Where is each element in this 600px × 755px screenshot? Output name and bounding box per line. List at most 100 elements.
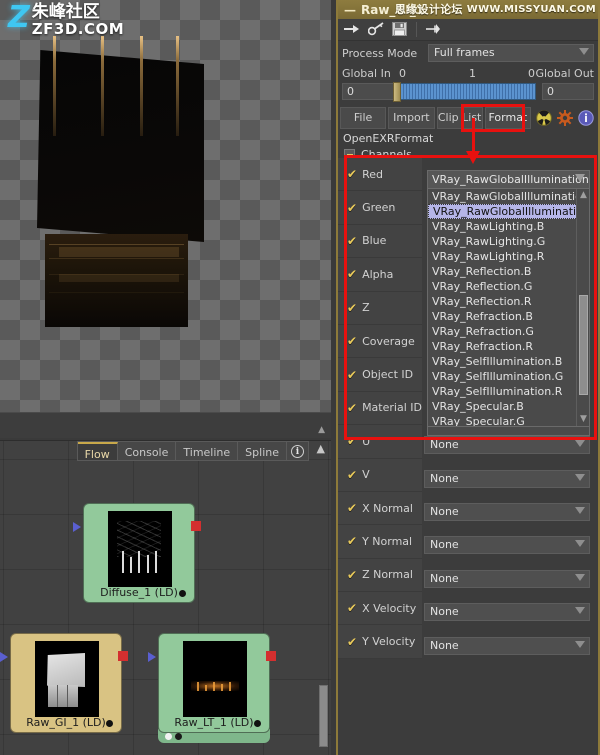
flow-collapse-caret-icon[interactable]: ▲	[317, 442, 325, 455]
channel-name-cell[interactable]: ✔ V	[338, 458, 422, 492]
checkmark-icon[interactable]: ✔	[347, 435, 357, 447]
channel-value-cell[interactable]: None	[422, 491, 596, 526]
channel-name-cell[interactable]: ✔ Material ID	[338, 391, 422, 426]
panel-collapse-icon[interactable]: —	[344, 3, 356, 17]
channel-row-v[interactable]: ✔ V None	[338, 458, 596, 492]
tab-clip-list[interactable]: Clip List	[436, 107, 483, 129]
channel-name-cell[interactable]: ✔ X Velocity	[338, 592, 422, 626]
node-input-connector-icon[interactable]	[73, 522, 81, 532]
dropdown-current-value-box[interactable]: VRay_RawGlobalIllumination.R	[427, 170, 590, 189]
node-status-dot[interactable]	[179, 590, 186, 597]
channel-select[interactable]: None	[424, 569, 590, 588]
channel-name-cell[interactable]: ✔ Y Velocity	[338, 625, 422, 659]
info-icon[interactable]	[576, 107, 596, 129]
flow-panel[interactable]: Flow Console Timeline Spline i ▲ Diffuse…	[0, 440, 331, 755]
dropdown-option[interactable]: VRay_Refraction.R	[428, 339, 578, 354]
viewer-resize-caret-icon[interactable]: ▲	[318, 425, 325, 435]
node-raw-lt-1[interactable]: Raw_LT_1 (LD)	[148, 633, 276, 733]
dropdown-option-selected[interactable]: VRay_RawGlobalIllumination.R	[428, 204, 589, 219]
flow-vertical-scrollbar[interactable]	[319, 685, 328, 747]
channel-row-x-velocity[interactable]: ✔ X Velocity None	[338, 592, 596, 626]
channel-select[interactable]: None	[424, 436, 590, 455]
process-mode-row[interactable]: Process Mode Full frames	[338, 41, 598, 65]
global-range-row[interactable]: Global In Global Out 0 1 0 0 0	[338, 65, 598, 105]
channel-name-cell[interactable]: ✔ X Normal	[338, 491, 422, 526]
channel-value-cell[interactable]: None	[422, 525, 596, 559]
scroll-down-arrow-icon[interactable]: ▼	[578, 414, 589, 425]
channel-select[interactable]: None	[424, 636, 590, 655]
dropdown-option[interactable]: VRay_SelfIllumination.B	[428, 354, 578, 369]
channel-row-x-normal[interactable]: ✔ X Normal None	[338, 491, 596, 526]
gear-icon[interactable]	[555, 107, 575, 129]
pin-arrow-icon[interactable]	[344, 22, 361, 38]
process-mode-select[interactable]: Full frames	[428, 44, 594, 62]
flow-info-button[interactable]: i	[287, 442, 308, 460]
save-icon[interactable]	[392, 21, 409, 38]
dropdown-option[interactable]: VRay_Refraction.B	[428, 309, 578, 324]
image-viewer[interactable]: Z 朱峰社区 ZF3D.COM ▲	[0, 0, 331, 438]
dropdown-option[interactable]: VRay_Specular.B	[428, 399, 578, 414]
channel-name-cell[interactable]: ✔ Green	[338, 191, 422, 225]
channel-name-cell[interactable]: ✔ Z	[338, 291, 422, 325]
node-output-connector-icon[interactable]	[266, 651, 276, 661]
global-range-slider[interactable]	[393, 82, 536, 102]
dropdown-option[interactable]: VRay_Reflection.R	[428, 294, 578, 309]
node-badge-white[interactable]	[165, 733, 172, 740]
channel-name-cell[interactable]: ✔ Y Normal	[338, 525, 422, 559]
tab-file[interactable]: File	[340, 107, 387, 129]
channel-name-cell[interactable]: ✔ U	[338, 425, 422, 459]
channel-value-cell[interactable]: None	[422, 458, 596, 492]
scroll-up-arrow-icon[interactable]: ▲	[578, 190, 589, 201]
pin-icon[interactable]	[424, 22, 441, 38]
checkmark-icon[interactable]: ✔	[347, 402, 357, 414]
tab-flow[interactable]: Flow	[77, 442, 118, 461]
checkmark-icon[interactable]: ✔	[347, 202, 357, 214]
tab-spline[interactable]: Spline	[238, 442, 287, 460]
channel-select[interactable]: None	[424, 503, 590, 522]
node-output-connector-icon[interactable]	[118, 651, 128, 661]
panel-titlebar[interactable]: — Raw_GI_1 思缘设计论坛 WWW.MISSYUAN.COM	[338, 0, 598, 19]
node-status-dot[interactable]	[106, 720, 113, 727]
checkmark-icon[interactable]: ✔	[347, 535, 357, 547]
global-out-input[interactable]: 0	[542, 83, 594, 100]
radioactive-icon[interactable]	[534, 107, 554, 129]
checkmark-icon[interactable]: ✔	[347, 168, 357, 180]
dropdown-option-list[interactable]: VRay_RawGlobalIllumination.G VRay_RawGlo…	[427, 189, 590, 427]
flow-tab-bar[interactable]: Flow Console Timeline Spline i	[76, 441, 309, 461]
dropdown-scrollbar[interactable]: ▲ ▼	[576, 189, 589, 426]
channel-row-y-normal[interactable]: ✔ Y Normal None	[338, 525, 596, 559]
node-badge-black[interactable]	[175, 733, 182, 740]
checkmark-icon[interactable]: ✔	[347, 636, 357, 648]
channel-name-cell[interactable]: ✔ Alpha	[338, 258, 422, 292]
checkmark-icon[interactable]: ✔	[347, 335, 357, 347]
channel-name-cell[interactable]: ✔ Blue	[338, 224, 422, 259]
node-input-connector-icon[interactable]	[148, 652, 156, 662]
node-input-connector-icon[interactable]	[0, 652, 8, 662]
channel-value-cell[interactable]: None	[422, 592, 596, 626]
channel-select[interactable]: None	[424, 469, 590, 488]
dropdown-option[interactable]: VRay_Specular.G	[428, 414, 578, 426]
checkmark-icon[interactable]: ✔	[347, 369, 357, 381]
dropdown-option[interactable]: VRay_RawLighting.G	[428, 234, 578, 249]
checkmark-icon[interactable]: ✔	[347, 569, 357, 581]
slider-handle[interactable]	[393, 82, 401, 102]
channel-value-cell[interactable]: None	[422, 625, 596, 659]
global-in-input[interactable]: 0	[342, 83, 394, 100]
channel-name-cell[interactable]: ✔ Coverage	[338, 324, 422, 359]
channel-value-cell[interactable]: None	[422, 558, 596, 593]
panel-tab-bar[interactable]: File Import Clip List Format	[340, 104, 596, 132]
channel-name-cell[interactable]: ✔ Z Normal	[338, 558, 422, 593]
tab-timeline[interactable]: Timeline	[176, 442, 239, 460]
channel-name-cell[interactable]: ✔ Red	[338, 158, 422, 192]
tab-import[interactable]: Import	[388, 107, 435, 129]
node-raw-gi-1[interactable]: Raw_GI_1 (LD)	[0, 633, 128, 733]
dropdown-option[interactable]: VRay_RawGlobalIllumination.G	[428, 189, 589, 204]
checkmark-icon[interactable]: ✔	[347, 302, 357, 314]
channel-row-y-velocity[interactable]: ✔ Y Velocity None	[338, 625, 596, 659]
channel-row-z-normal[interactable]: ✔ Z Normal None	[338, 558, 596, 593]
node-output-connector-icon[interactable]	[191, 521, 201, 531]
checkmark-icon[interactable]: ✔	[347, 502, 357, 514]
tab-console[interactable]: Console	[117, 442, 177, 460]
channel-name-cell[interactable]: ✔ Object ID	[338, 358, 422, 392]
channel-select[interactable]: None	[424, 536, 590, 555]
